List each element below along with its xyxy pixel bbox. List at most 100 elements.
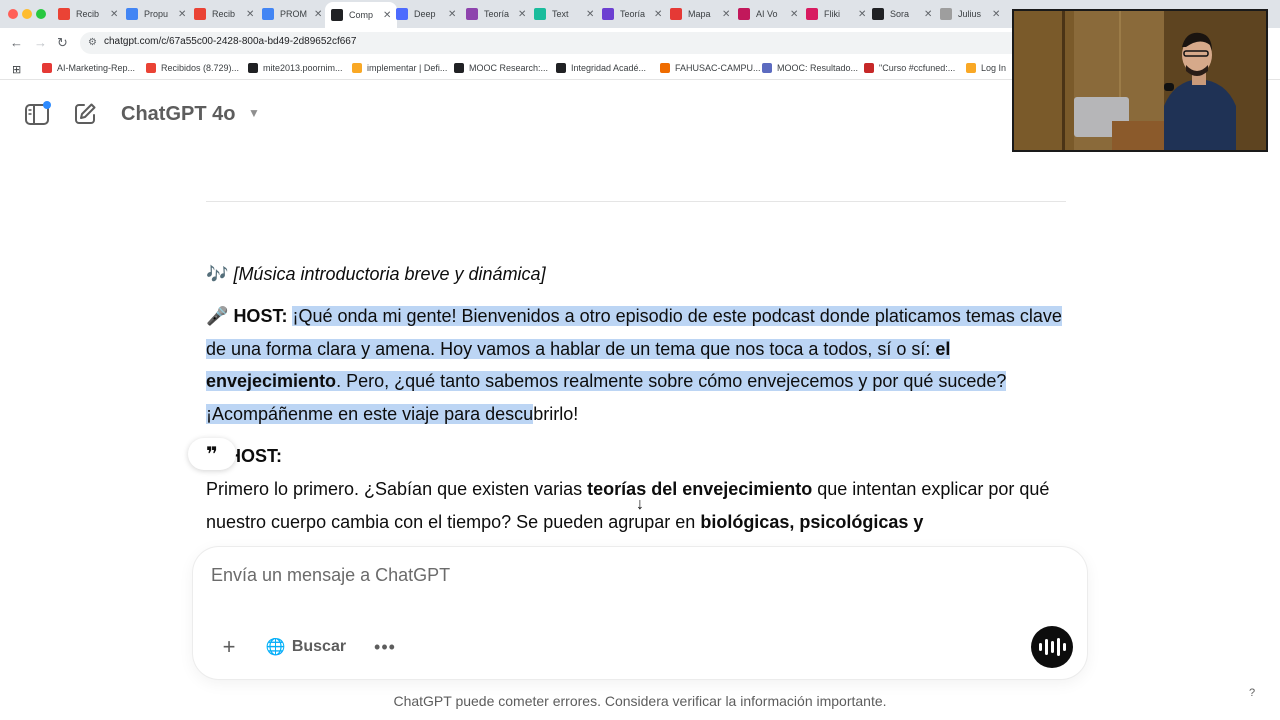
tab-close-icon[interactable]: ✕ (790, 9, 798, 20)
host-paragraph-1: 🎤 HOST: ¡Qué onda mi gente! Bienvenidos … (206, 300, 1066, 430)
bookmark-item[interactable]: FAHUSAC-CAMPU... (660, 63, 761, 73)
tab-close-icon[interactable]: ✕ (924, 9, 932, 20)
bookmark-label: "Curso #ccfuned:... (879, 63, 956, 73)
bookmark-label: FAHUSAC-CAMPU... (675, 63, 761, 73)
webcam-overlay (1012, 9, 1268, 152)
tab-favicon-icon (396, 8, 408, 20)
apps-grid-icon[interactable]: ⊞ (12, 63, 21, 76)
help-button[interactable]: ? (1243, 684, 1261, 702)
message-input[interactable]: Envía un mensaje a ChatGPT (211, 565, 450, 586)
reload-icon[interactable]: ↻ (57, 35, 68, 51)
search-button[interactable]: 🌐 Buscar (259, 629, 353, 665)
attach-plus-icon[interactable]: + (211, 629, 247, 665)
bookmark-label: Recibidos (8.729)... (161, 63, 240, 73)
bookmark-favicon-icon (966, 63, 976, 73)
message-composer: Envía un mensaje a ChatGPT + 🌐 Buscar ••… (193, 547, 1087, 679)
tab-close-icon[interactable]: ✕ (586, 9, 594, 20)
bookmark-label: Integridad Acadé... (571, 63, 647, 73)
bookmark-favicon-icon (146, 63, 156, 73)
bookmark-favicon-icon (762, 63, 772, 73)
bookmark-label: MOOC: Resultado... (777, 63, 859, 73)
host-label: HOST: (233, 306, 288, 326)
close-window-button[interactable] (8, 9, 18, 19)
browser-tab[interactable]: Text ✕ (534, 4, 594, 24)
new-chat-icon[interactable] (72, 101, 98, 127)
tab-favicon-icon (126, 8, 138, 20)
browser-tab[interactable]: PROM ✕ (262, 4, 322, 24)
tab-label: Propu (144, 9, 169, 19)
tab-label: PROM (280, 9, 307, 19)
browser-tab[interactable]: AI Vo ✕ (738, 4, 798, 24)
browser-tab[interactable]: Recib ✕ (58, 4, 118, 24)
bookmark-label: mite2013.poornim... (263, 63, 343, 73)
voice-mode-button[interactable] (1031, 626, 1073, 668)
minimize-window-button[interactable] (22, 9, 32, 19)
bookmark-label: implementar | Defi... (367, 63, 448, 73)
bookmark-item[interactable]: AI-Marketing-Rep... (42, 63, 135, 73)
browser-tab[interactable]: Mapa ✕ (670, 4, 730, 24)
tab-close-icon[interactable]: ✕ (178, 9, 186, 20)
forward-icon[interactable]: → (34, 35, 47, 50)
maximize-window-button[interactable] (36, 9, 46, 19)
tab-label: Comp (349, 10, 374, 20)
host-heading-2: HOST: (206, 440, 1066, 473)
tab-label: Text (552, 9, 569, 19)
sidebar-toggle-icon[interactable] (24, 101, 52, 127)
browser-tab[interactable]: Recib ✕ (194, 4, 254, 24)
tab-close-icon[interactable]: ✕ (518, 9, 526, 20)
tab-close-icon[interactable]: ✕ (858, 9, 866, 20)
model-selector[interactable]: ChatGPT 4o (121, 103, 235, 126)
bookmark-item[interactable]: "Curso #ccfuned:... (864, 63, 955, 73)
browser-tab[interactable]: Julius ✕ (940, 4, 1000, 24)
tab-favicon-icon (872, 8, 884, 20)
tab-label: Fliki (824, 9, 840, 19)
bookmark-item[interactable]: MOOC Research:... (454, 63, 548, 73)
browser-tab[interactable]: Fliki ✕ (806, 4, 866, 24)
browser-tab[interactable]: Teoría ✕ (602, 4, 662, 24)
tab-close-icon[interactable]: ✕ (110, 9, 118, 20)
tab-label: Sora (890, 9, 910, 19)
tab-close-icon[interactable]: ✕ (722, 9, 730, 20)
tab-favicon-icon (738, 8, 750, 20)
tab-close-icon[interactable]: ✕ (654, 9, 662, 20)
tab-favicon-icon (806, 8, 818, 20)
chevron-down-icon[interactable]: ▼ (248, 106, 260, 120)
bookmark-item[interactable]: Recibidos (8.729)... (146, 63, 239, 73)
bookmark-label: AI-Marketing-Rep... (57, 63, 136, 73)
tab-label: Julius (958, 9, 982, 19)
bookmark-favicon-icon (352, 63, 362, 73)
tab-label: Teoría (484, 9, 510, 19)
tab-close-icon[interactable]: ✕ (383, 10, 391, 21)
microphone-icon: 🎤 (206, 306, 229, 326)
bookmark-item[interactable]: MOOC: Resultado... (762, 63, 858, 73)
url-text[interactable]: chatgpt.com/c/67a55c00-2428-800a-bd49-2d… (104, 36, 356, 47)
bookmark-favicon-icon (42, 63, 52, 73)
tab-close-icon[interactable]: ✕ (992, 9, 1000, 20)
bookmark-item[interactable]: implementar | Defi... (352, 63, 447, 73)
disclaimer-text: ChatGPT puede cometer errores. Considera… (393, 693, 887, 709)
quote-icon[interactable]: ❞ (188, 438, 236, 470)
tab-label: Mapa (688, 9, 711, 19)
bookmark-item[interactable]: Integridad Acadé... (556, 63, 646, 73)
browser-tab[interactable]: Propu ✕ (126, 4, 186, 24)
tab-label: Deep (414, 9, 436, 19)
tab-favicon-icon (58, 8, 70, 20)
intro-line: 🎶 [Música introductoria breve y dinámica… (206, 258, 1066, 291)
scroll-down-icon[interactable]: ↓ (626, 491, 654, 519)
tab-favicon-icon (534, 8, 546, 20)
more-options-icon[interactable]: ••• (365, 629, 405, 665)
tab-label: Recib (212, 9, 236, 19)
site-info-icon[interactable]: ⚙ (88, 37, 97, 48)
bookmark-item[interactable]: mite2013.poornim... (248, 63, 343, 73)
tab-close-icon[interactable]: ✕ (314, 9, 322, 20)
browser-tab[interactable]: Deep ✕ (396, 4, 456, 24)
tab-close-icon[interactable]: ✕ (448, 9, 456, 20)
bookmark-item[interactable]: Log In (966, 63, 1006, 73)
bookmark-label: MOOC Research:... (469, 63, 549, 73)
tab-close-icon[interactable]: ✕ (246, 9, 254, 20)
browser-tab[interactable]: Comp ✕ (325, 2, 398, 28)
back-icon[interactable]: ← (10, 35, 23, 50)
browser-tab[interactable]: Sora ✕ (872, 4, 932, 24)
browser-tab[interactable]: Teoría ✕ (466, 4, 526, 24)
tab-favicon-icon (940, 8, 952, 20)
